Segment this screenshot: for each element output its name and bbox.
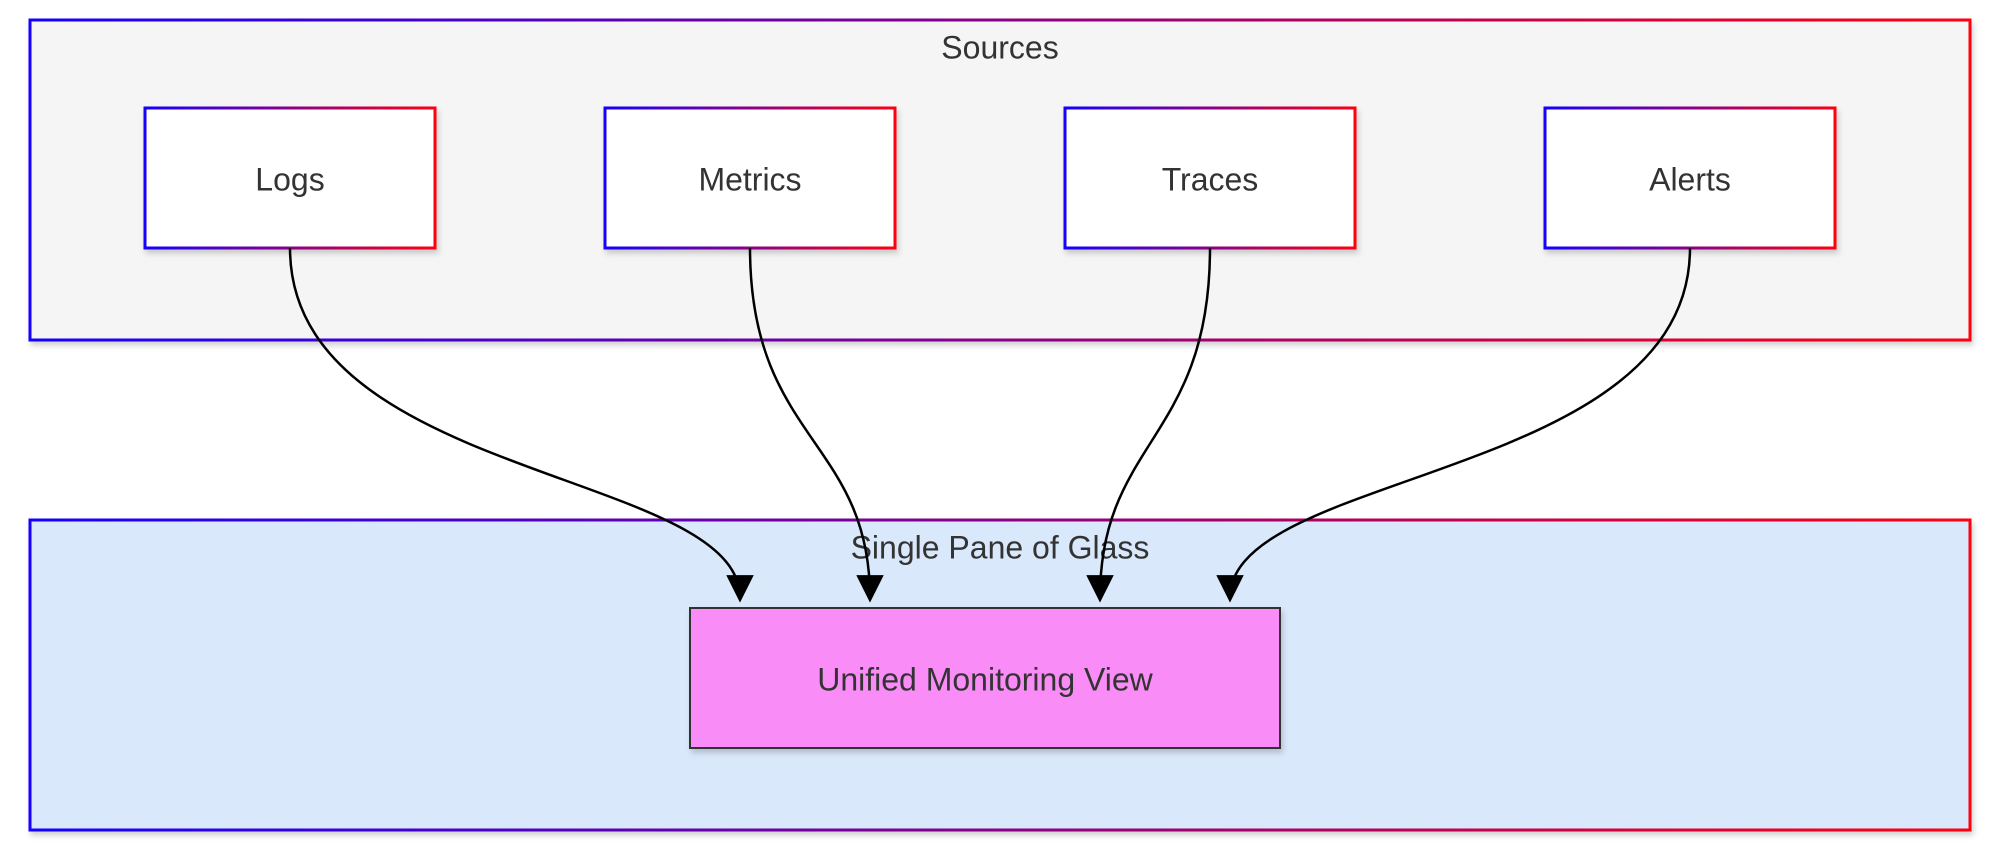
diagram-canvas: Sources Logs Metrics Traces Alerts Singl… [0,0,2000,852]
node-metrics-label: Metrics [698,161,801,197]
node-logs-label: Logs [255,161,324,197]
node-unified: Unified Monitoring View [690,608,1280,748]
container-sources: Sources Logs Metrics Traces Alerts [30,20,1970,340]
node-alerts: Alerts [1545,108,1835,248]
node-metrics: Metrics [605,108,895,248]
node-traces-label: Traces [1162,161,1259,197]
node-unified-label: Unified Monitoring View [817,661,1153,697]
node-traces: Traces [1065,108,1355,248]
node-alerts-label: Alerts [1649,161,1731,197]
container-spog: Single Pane of Glass Unified Monitoring … [30,520,1970,830]
node-logs: Logs [145,108,435,248]
container-sources-label: Sources [941,29,1058,65]
